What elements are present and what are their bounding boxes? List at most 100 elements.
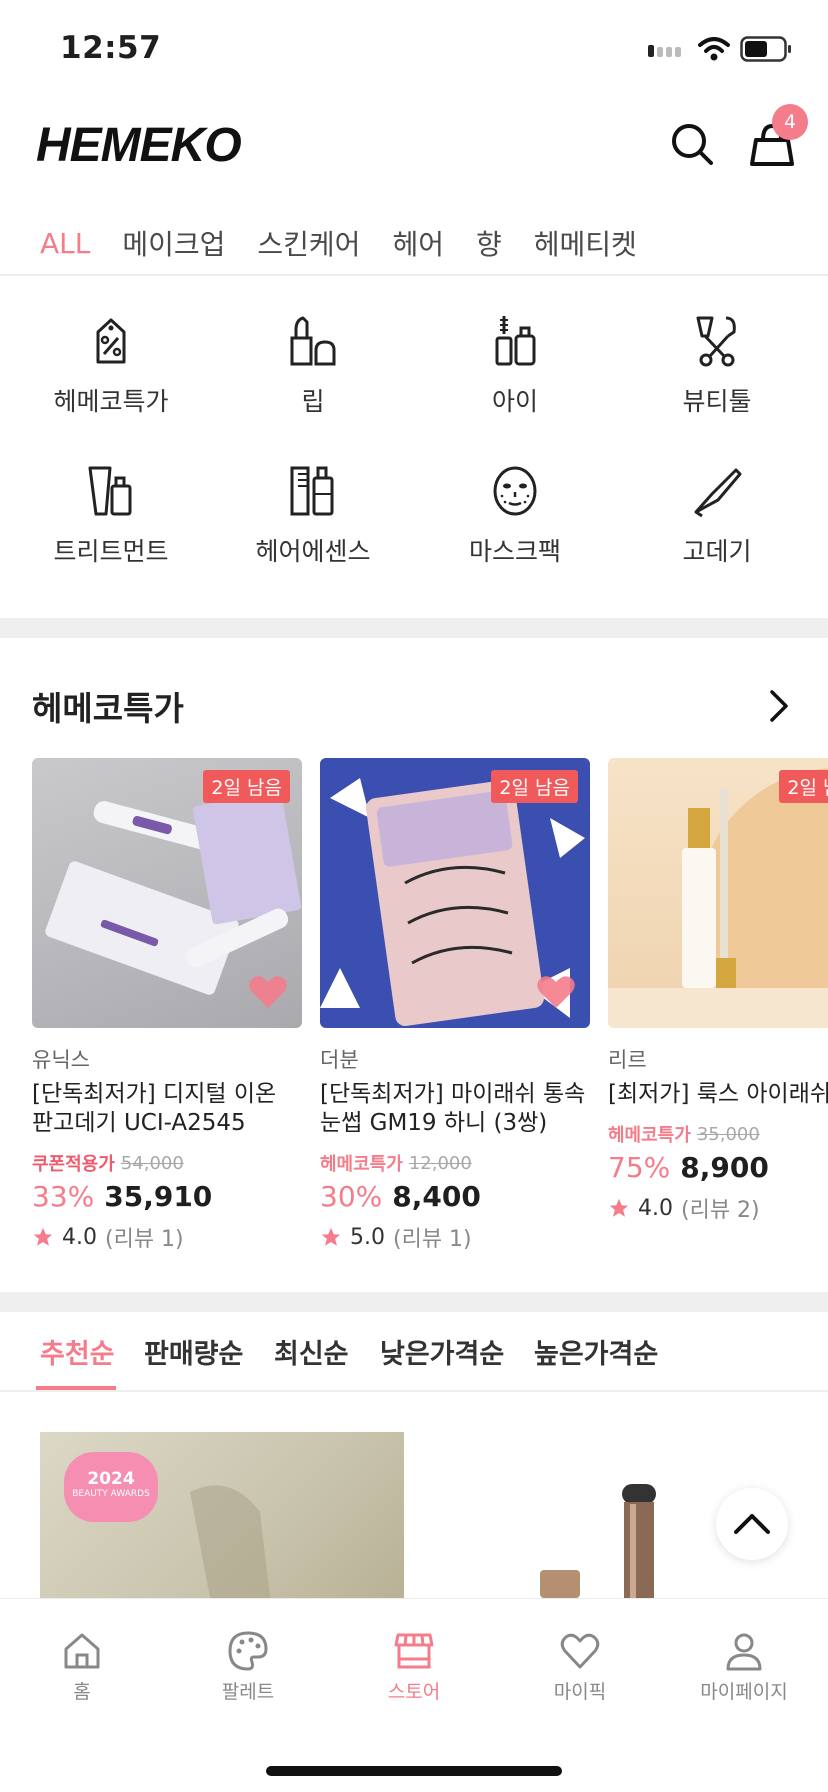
star-icon [609, 1198, 629, 1217]
listing-product-image[interactable]: 2024 BEAUTY AWARDS [40, 1432, 404, 1598]
search-icon[interactable] [668, 120, 716, 168]
product-review-count: (리뷰 2) [681, 1198, 760, 1223]
listing-product-photo [190, 1485, 270, 1598]
product-price-tag: 헤메코특가 [320, 1154, 403, 1175]
product-listing: 2024 BEAUTY AWARDS [0, 1394, 828, 1598]
status-bar: 12:57 [0, 0, 828, 96]
cart-count-badge: 4 [772, 104, 808, 140]
product-brand: 유닉스 [32, 1048, 90, 1072]
product-tag-row: 헤메코특가 12,000 [320, 1150, 590, 1176]
sort-tab-bestselling[interactable]: 판매량순 [144, 1332, 243, 1371]
product-rating-row: 5.0 (리뷰 1) [320, 1221, 590, 1253]
app-logo[interactable]: HEMEKO [36, 118, 242, 173]
nav-home[interactable]: 홈 [22, 1629, 142, 1704]
product-card[interactable]: 2일 남음 유닉스 [단독최저가] 디지털 이온 판고데기 UCI-A2545 … [32, 758, 302, 1253]
heart-icon [560, 1633, 600, 1669]
grid-label: 헤어에센스 [255, 537, 371, 566]
days-left-badge: 2일 남음 [203, 770, 290, 803]
product-name[interactable]: [단독최저가] 디지털 이온 판고데기 UCI-A2545 [32, 1080, 302, 1138]
product-discount: 75% [608, 1151, 671, 1184]
nav-palette[interactable]: 팔레트 [188, 1629, 308, 1704]
product-name[interactable]: [단독최저가] 마이래쉬 통속눈썹 GM19 하니 (3쌍) [320, 1080, 590, 1138]
heart-icon[interactable] [536, 974, 576, 1010]
tab-hair[interactable]: 헤어 [392, 223, 444, 263]
nav-label: 팔레트 [221, 1681, 275, 1703]
product-price-row: 33% 35,910 [32, 1180, 302, 1213]
product-rating: 4.0 [638, 1195, 673, 1221]
section-divider [0, 618, 828, 638]
person-icon [726, 1633, 762, 1671]
product-price-row: 75% 8,900 [608, 1151, 828, 1184]
sort-tab-lowprice[interactable]: 낮은가격순 [380, 1332, 504, 1371]
chevron-right-icon[interactable] [764, 686, 792, 726]
nav-label: 마이픽 [553, 1681, 607, 1703]
grid-item-special[interactable]: 헤메코특가 [10, 292, 212, 442]
product-card[interactable]: 2일 남음 리르 [최저가] 룩스 아이래쉬 헤메코특가 35,000 75% … [608, 758, 828, 1224]
product-price: 8,900 [680, 1151, 769, 1184]
chevron-up-icon [734, 1514, 770, 1534]
special-products-carousel[interactable]: 2일 남음 유닉스 [단독최저가] 디지털 이온 판고데기 UCI-A2545 … [32, 758, 828, 1258]
tab-hemeticket[interactable]: 헤메티켓 [534, 223, 637, 263]
grid-item-lip[interactable]: 립 [212, 292, 414, 442]
grid-label: 립 [301, 387, 325, 416]
product-brand: 리르 [608, 1048, 647, 1072]
battery-icon [740, 36, 791, 62]
tab-skincare[interactable]: 스킨케어 [257, 223, 360, 263]
category-tabs: ALL 메이크업 스킨케어 헤어 향 헤메티켓 [0, 212, 828, 276]
product-price-row: 30% 8,400 [320, 1180, 590, 1213]
status-icons [648, 36, 792, 62]
product-discount: 30% [320, 1180, 383, 1213]
listing-product-photo-2[interactable] [530, 1484, 670, 1598]
grid-item-beautytool[interactable]: 뷰티툴 [616, 292, 818, 442]
product-image[interactable]: 2일 남음 [608, 758, 828, 1028]
grid-item-maskpack[interactable]: 마스크팩 [414, 442, 616, 592]
product-card[interactable]: 2일 남음 더분 [단독최저가] 마이래쉬 통속눈썹 GM19 하니 (3쌍) … [320, 758, 590, 1253]
product-original-price: 12,000 [408, 1152, 472, 1174]
sort-tab-newest[interactable]: 최신순 [274, 1332, 349, 1371]
grid-item-hairiron[interactable]: 고데기 [616, 442, 818, 592]
product-image[interactable]: 2일 남음 [32, 758, 302, 1028]
discount-tag-icon [96, 318, 126, 364]
section-divider [0, 1292, 828, 1312]
tab-makeup[interactable]: 메이크업 [122, 223, 225, 263]
sort-tab-highprice[interactable]: 높은가격순 [534, 1332, 658, 1371]
tab-fragrance[interactable]: 향 [476, 223, 502, 263]
nav-store[interactable]: 스토어 [354, 1629, 474, 1704]
grid-item-hairessence[interactable]: 헤어에센스 [212, 442, 414, 592]
product-review-count: (리뷰 1) [105, 1227, 184, 1252]
hair-essence-icon [290, 466, 334, 516]
sort-active-underline [36, 1386, 116, 1390]
home-indicator [266, 1766, 562, 1776]
hair-iron-icon [694, 468, 742, 518]
product-name[interactable]: [최저가] 룩스 아이래쉬 [608, 1080, 828, 1109]
nav-mypick[interactable]: 마이픽 [520, 1629, 640, 1704]
product-image[interactable]: 2일 남음 [320, 758, 590, 1028]
tab-all[interactable]: ALL [40, 227, 90, 260]
category-icon-grid: 헤메코특가 립 아이 뷰티툴 트리트먼트 헤어에센스 마스크팩 고데기 [0, 292, 828, 592]
wifi-icon [698, 37, 730, 61]
app-header: HEMEKO [0, 96, 828, 196]
grid-item-treatment[interactable]: 트리트먼트 [10, 442, 212, 592]
store-icon [394, 1633, 434, 1669]
product-price: 35,910 [104, 1180, 213, 1213]
mask-pack-icon [493, 466, 537, 516]
grid-label: 헤메코특가 [53, 387, 169, 416]
nav-mypage[interactable]: 마이페이지 [684, 1629, 804, 1704]
nav-label: 홈 [73, 1681, 91, 1703]
days-left-badge: 2일 남음 [491, 770, 578, 803]
bottom-navigation: 홈 팔레트 스토어 마이픽 마이페이지 [0, 1598, 828, 1792]
star-icon [321, 1227, 341, 1246]
palette-icon [228, 1631, 268, 1671]
product-discount: 33% [32, 1180, 95, 1213]
mascara-icon [495, 316, 536, 366]
scroll-to-top-button[interactable] [716, 1488, 788, 1560]
product-brand: 더분 [320, 1048, 359, 1072]
heart-icon[interactable] [248, 974, 288, 1010]
sort-tab-recommended[interactable]: 추천순 [40, 1332, 115, 1371]
product-original-price: 35,000 [696, 1123, 760, 1145]
grid-item-eye[interactable]: 아이 [414, 292, 616, 442]
product-rating: 5.0 [350, 1224, 385, 1250]
lipstick-icon [290, 316, 336, 366]
grid-label: 고데기 [682, 537, 752, 566]
grid-label: 뷰티툴 [682, 387, 752, 416]
